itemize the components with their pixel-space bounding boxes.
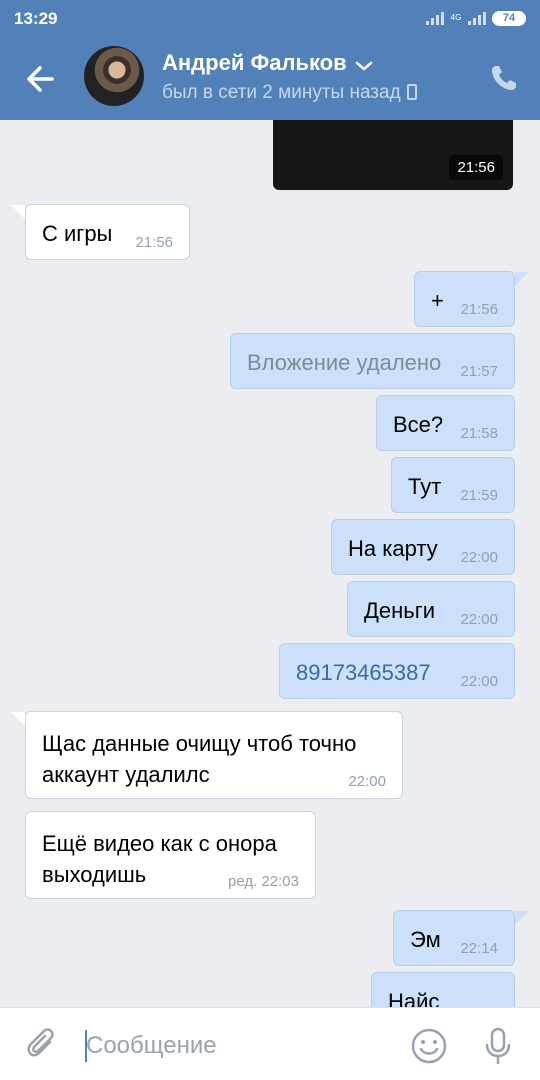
mobile-icon [406, 84, 417, 100]
message-outgoing[interactable]: Вложение удалено 21:57 [230, 333, 515, 389]
phone-icon [492, 66, 516, 90]
smile-icon [411, 1028, 447, 1064]
message-incoming[interactable]: С игры 21:56 [11, 204, 190, 260]
emoji-button[interactable] [410, 1027, 448, 1065]
message-outgoing[interactable]: Тут 21:59 [391, 457, 515, 513]
status-time: 13:29 [14, 9, 58, 28]
message-time: ред. 22:03 [228, 873, 299, 890]
signal-icon [426, 11, 444, 25]
status-bar: 13:29 4G 74 [0, 0, 540, 36]
message-outgoing[interactable]: 89173465387 22:00 [279, 643, 515, 699]
voice-message-button[interactable] [482, 1026, 514, 1066]
message-time: 22:00 [460, 673, 498, 690]
composer [0, 1007, 540, 1080]
paperclip-icon [27, 1028, 54, 1057]
microphone-icon [485, 1027, 511, 1065]
avatar[interactable] [84, 46, 144, 106]
message-time: 22:00 [460, 549, 498, 566]
arrow-left-icon [27, 66, 54, 92]
header: 13:29 4G 74 Андрей Фальков был в сети 2 … [0, 0, 540, 120]
message-incoming[interactable]: Щас данные очищу чтоб точно аккаунт удал… [11, 711, 403, 799]
message-time: 22:14 [460, 940, 498, 957]
message-outgoing[interactable]: Найс [371, 972, 515, 1007]
message-time: 21:56 [135, 234, 173, 251]
message-input[interactable] [86, 1026, 386, 1066]
contact-name[interactable]: Андрей Фальков [162, 50, 347, 76]
battery-level: 74 [502, 11, 516, 24]
message-outgoing[interactable]: Все? 21:58 [376, 395, 515, 451]
message-time: 22:00 [460, 611, 498, 628]
message-outgoing[interactable]: На карту 22:00 [331, 519, 515, 575]
attach-button[interactable] [26, 1028, 58, 1064]
contact-status: был в сети 2 минуты назад [162, 82, 417, 104]
battery-icon: 74 [492, 10, 526, 26]
message-time: 21:59 [460, 487, 498, 504]
message-outgoing[interactable]: + 21:56 [414, 271, 529, 327]
message-text: Щас данные очищу чтоб точно аккаунт удал… [42, 731, 357, 787]
app-bar: Андрей Фальков был в сети 2 минуты назад [0, 36, 540, 120]
status-indicators: 4G 74 [426, 9, 526, 27]
message-outgoing[interactable]: Эм 22:14 [393, 910, 529, 966]
message-time: 22:00 [348, 773, 386, 790]
signal-icon-2 [468, 11, 486, 25]
video-attachment[interactable]: 21:56 [273, 120, 513, 190]
message-time: 21:58 [460, 425, 498, 442]
message-time: 21:57 [460, 363, 498, 380]
network-label: 4G [450, 13, 462, 22]
message-list[interactable]: 21:56 С игры 21:56 + 21:56 Вложение удал… [0, 120, 540, 1007]
message-incoming[interactable]: Ещё видео как с онора выходишь ред. 22:0… [25, 811, 316, 899]
back-button[interactable] [20, 58, 62, 100]
call-button[interactable] [488, 62, 520, 94]
chevron-down-icon[interactable] [355, 60, 373, 72]
message-outgoing[interactable]: Деньги 22:00 [347, 581, 515, 637]
message-text: Найс [388, 989, 440, 1007]
message-time: 21:56 [460, 301, 498, 318]
video-time: 21:56 [449, 155, 503, 180]
